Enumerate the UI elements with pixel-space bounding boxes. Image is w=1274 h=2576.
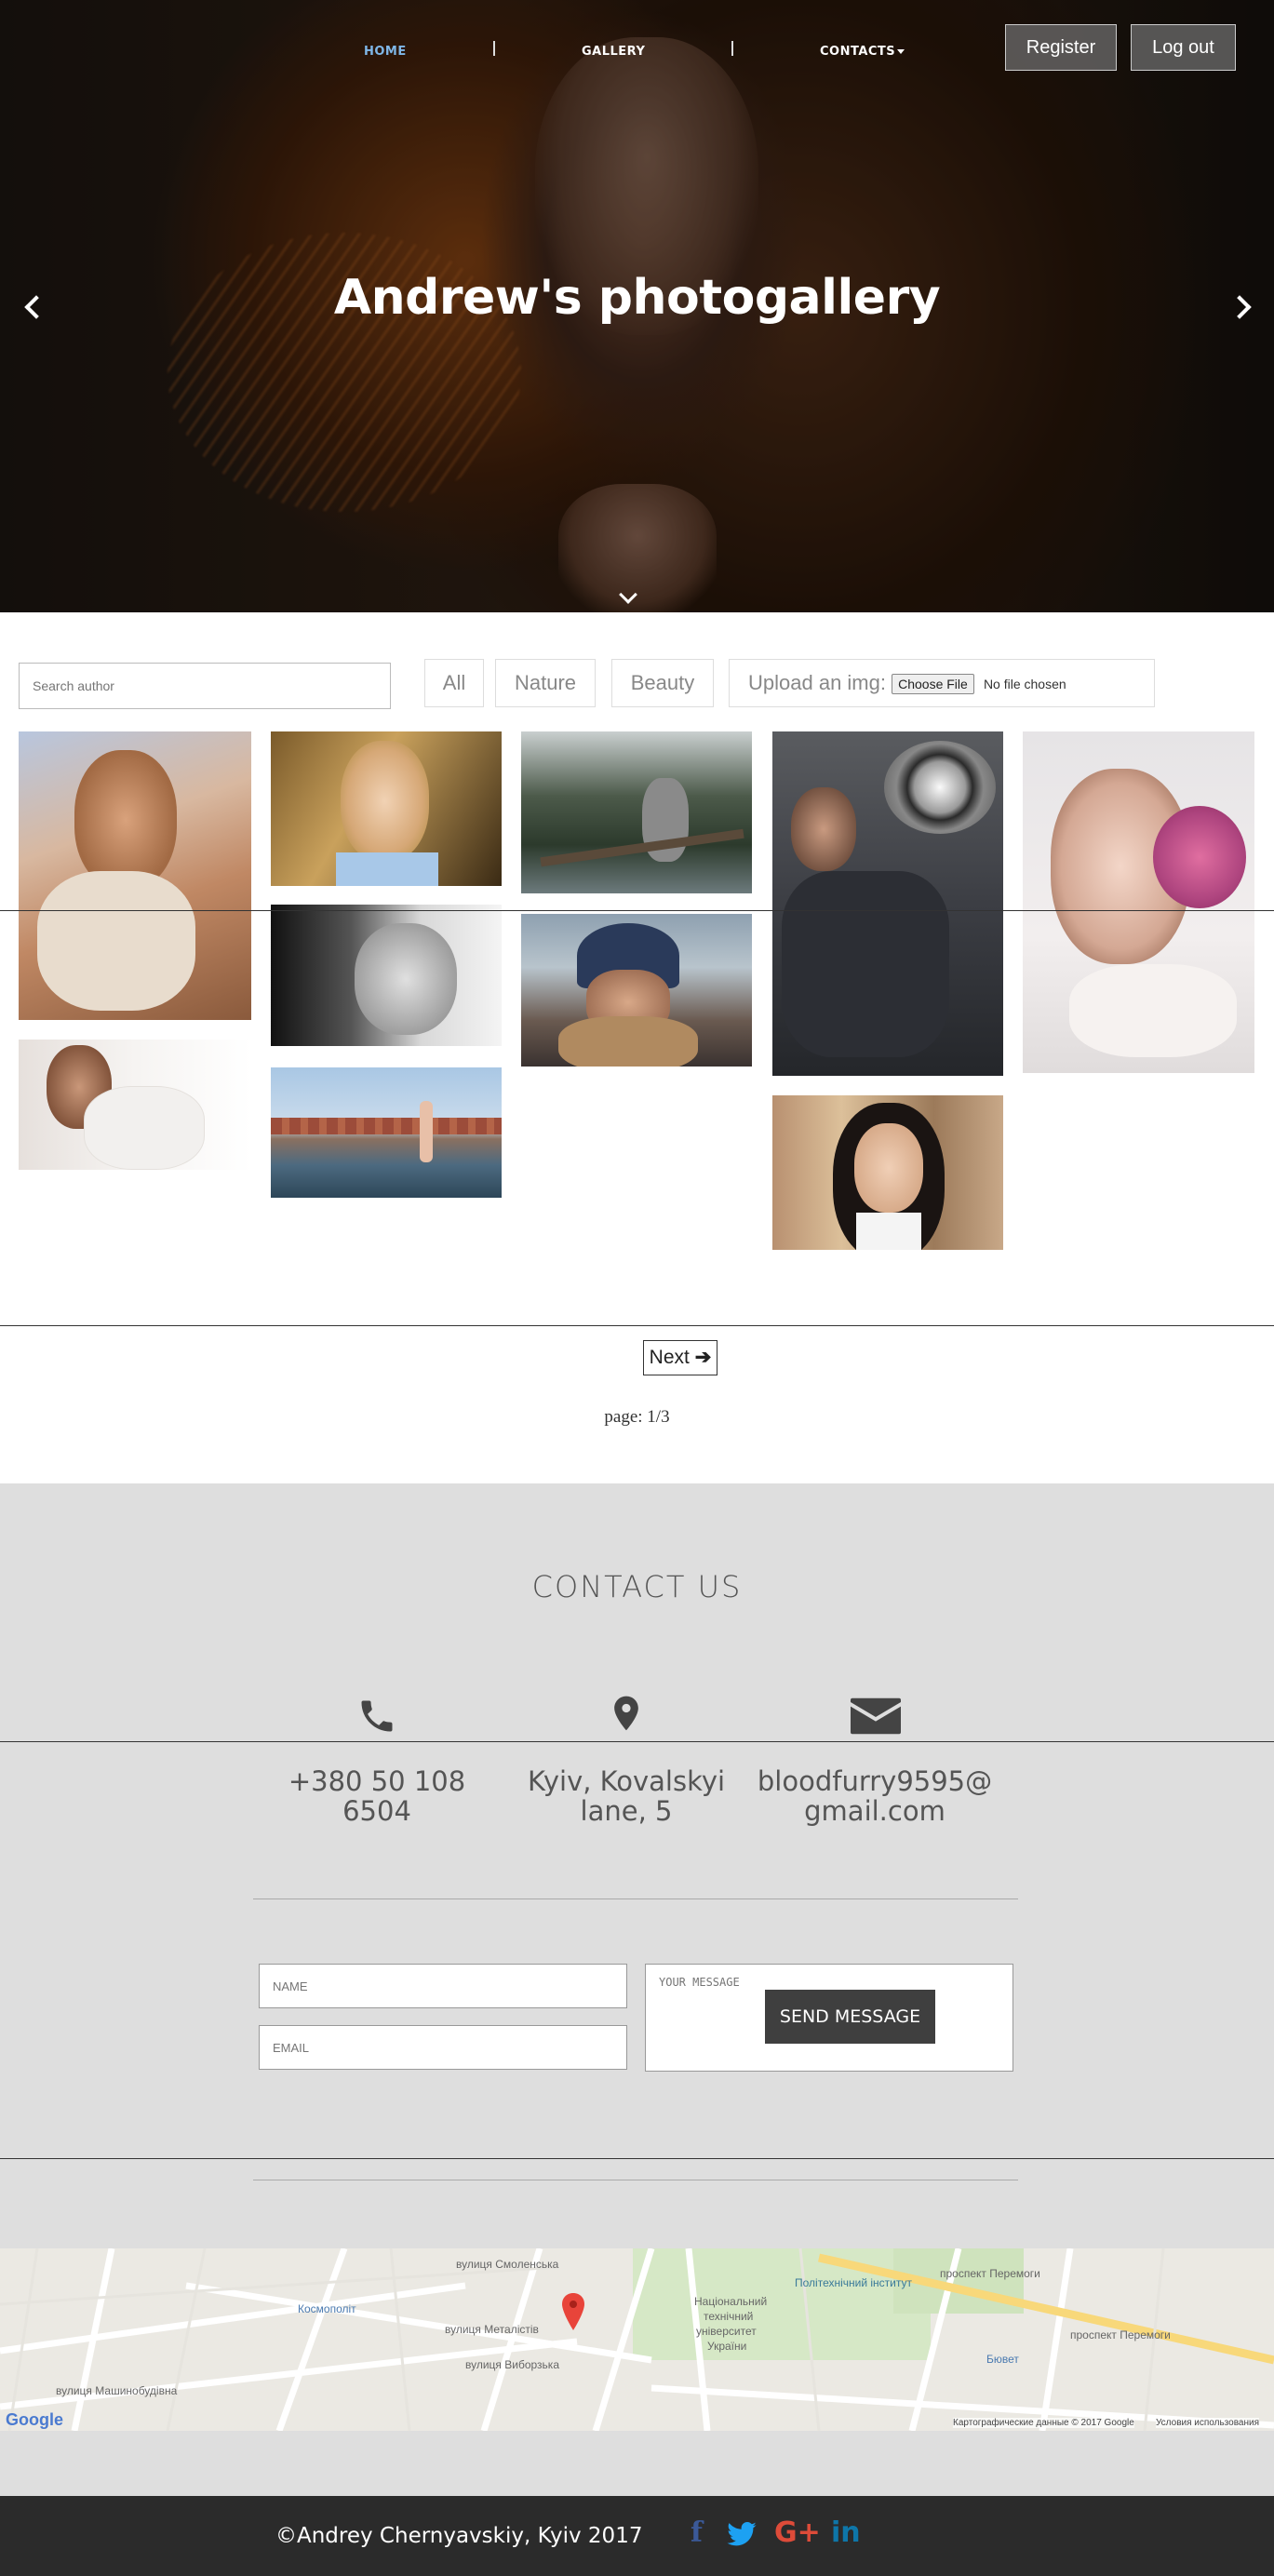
gallery-photo[interactable] [271, 731, 502, 886]
contact-email-line1: bloodfurry9595@ [757, 1765, 993, 1797]
filter-all-button[interactable]: All [424, 659, 484, 707]
gallery-photo[interactable] [521, 914, 752, 1067]
map-pin-icon [614, 1696, 638, 1731]
search-author-input[interactable] [19, 663, 391, 709]
map-credits: Картографические данные © 2017 Google [953, 2418, 1134, 2428]
gallery-photo[interactable] [19, 731, 251, 1020]
linkedin-icon[interactable]: in [831, 2516, 861, 2549]
next-page-button[interactable]: Next ➔ [643, 1340, 717, 1375]
contact-address-line2: lane, 5 [580, 1795, 673, 1827]
google-plus-icon[interactable]: G+ [774, 2516, 821, 2549]
footer: ©Andrey Chernyavskiy, Kyiv 2017 f G+ in [0, 2496, 1274, 2576]
contact-address: Kyiv, Kovalskyi lane, 5 [501, 1766, 752, 1826]
send-message-button[interactable]: SEND MESSAGE [765, 1990, 935, 2044]
caret-down-icon [897, 49, 905, 54]
filter-beauty-button[interactable]: Beauty [611, 659, 714, 707]
page-indicator: page: 1/3 [604, 1407, 670, 1427]
nav-contacts[interactable]: CONTACTS [820, 45, 905, 59]
choose-file-button[interactable]: Choose File [892, 674, 974, 695]
divider-line [0, 2158, 1274, 2159]
map-label: вулиця Смоленська [456, 2258, 559, 2271]
contact-address-line1: Kyiv, Kovalskyi [527, 1765, 726, 1797]
map-label: вулиця Металістів [445, 2323, 539, 2336]
map-label: технічний [704, 2310, 754, 2323]
map-label: Космополіт [298, 2302, 356, 2315]
map-label: університет [696, 2325, 757, 2338]
divider-line [0, 1741, 1274, 1742]
map-marker-icon[interactable] [562, 2293, 584, 2330]
gallery-photo[interactable] [271, 1067, 502, 1198]
phone-icon [361, 1700, 393, 1732]
hero-slider: HOME GALLERY CONTACTS Register Log out A… [0, 0, 1274, 612]
upload-label: Upload an img: [748, 671, 886, 694]
nav-gallery[interactable]: GALLERY [582, 45, 645, 59]
contact-phone: +380 50 108 6504 [288, 1765, 466, 1827]
filter-nature-button[interactable]: Nature [495, 659, 596, 707]
hero-image-hands [558, 484, 717, 612]
twitter-icon[interactable] [727, 2522, 757, 2546]
map-label: Національний [694, 2295, 768, 2308]
map-label: проспект Перемоги [1070, 2328, 1171, 2341]
next-label: Next [649, 1347, 690, 1368]
contact-email-line2: gmail.com [804, 1795, 945, 1827]
logout-button[interactable]: Log out [1131, 24, 1236, 71]
no-file-label: No file chosen [983, 677, 1066, 692]
register-button[interactable]: Register [1005, 24, 1117, 71]
nav-separator [731, 41, 733, 56]
map-label: вулиця Машинобудівна [56, 2384, 178, 2397]
upload-field: Upload an img: Choose File No file chose… [729, 659, 1155, 707]
nav-contacts-label: CONTACTS [820, 45, 896, 59]
gallery-photo[interactable] [1023, 731, 1254, 1073]
email-field[interactable] [259, 2025, 627, 2070]
map-label: Політехнічний інститут [795, 2276, 913, 2289]
arrow-right-icon: ➔ [694, 1347, 712, 1368]
chevron-down-icon[interactable] [619, 585, 637, 604]
gallery-photo[interactable] [19, 1040, 251, 1170]
envelope-icon [851, 1697, 901, 1735]
gallery-photo[interactable] [521, 731, 752, 893]
gallery-photo[interactable] [772, 1095, 1003, 1250]
hero-title: Andrew's photogallery [333, 270, 941, 326]
gallery-photo[interactable] [271, 905, 502, 1046]
copyright: ©Andrey Chernyavskiy, Kyiv 2017 [275, 2524, 643, 2548]
map-label: проспект Перемоги [940, 2267, 1040, 2280]
nav-separator [493, 41, 495, 56]
google-logo: Google [6, 2410, 63, 2429]
contact-email: bloodfurry9595@ gmail.com [749, 1766, 1000, 1826]
map-label: України [707, 2340, 747, 2353]
facebook-icon[interactable]: f [691, 2516, 703, 2549]
contact-divider [253, 1898, 1018, 1899]
top-nav: HOME GALLERY CONTACTS Register Log out [0, 0, 1274, 102]
google-map[interactable]: вулиця Смоленська Космополіт вулиця Мета… [0, 2248, 1274, 2431]
name-field[interactable] [259, 1964, 627, 2008]
map-terms-link[interactable]: Условия использования [1156, 2418, 1259, 2428]
contact-title: CONTACT US [531, 1569, 743, 1604]
gallery-photo[interactable] [772, 731, 1003, 1076]
divider-line [0, 1325, 1274, 1326]
nav-home[interactable]: HOME [364, 45, 407, 59]
map-label: Бювет [986, 2353, 1019, 2366]
divider-line [0, 910, 1274, 911]
map-label: вулиця Виборзька [465, 2358, 559, 2371]
